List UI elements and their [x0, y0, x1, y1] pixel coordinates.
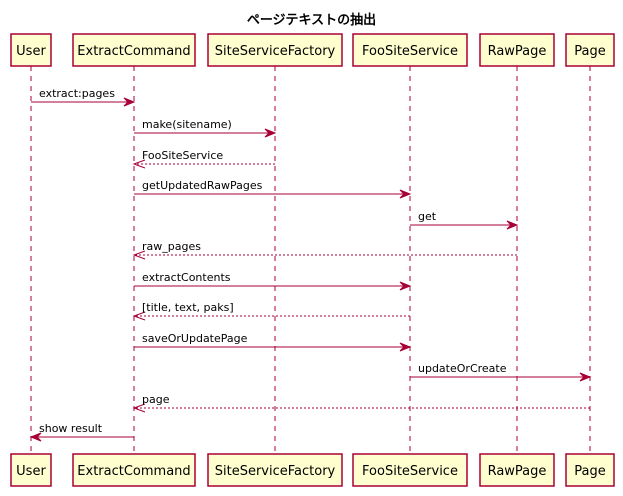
participant-foo-bottom: FooSiteService — [352, 453, 468, 487]
participant-foo-top: FooSiteService — [352, 33, 468, 67]
participant-label: Page — [574, 464, 605, 479]
message-11: page — [132, 393, 590, 413]
message-label: extract:pages — [39, 87, 115, 100]
participants-top: User ExtractCommand SiteServiceFactory FooS… — [10, 33, 615, 67]
participant-raw-top: RawPage — [479, 33, 555, 67]
participant-factory-bottom: SiteServiceFactory — [207, 453, 343, 487]
diagram-title: ページテキストの抽出 — [247, 12, 376, 28]
message-label: updateOrCreate — [418, 362, 507, 375]
participant-label: ExtractCommand — [77, 44, 190, 59]
message-1: extract:pages — [31, 87, 136, 107]
participant-label: User — [16, 464, 46, 479]
messages: extract:pages make(sitename) FooSiteServic… — [29, 87, 592, 442]
message-label: get — [418, 210, 437, 223]
message-3: FooSiteService — [132, 149, 275, 169]
participant-label: RawPage — [488, 464, 547, 479]
participant-extract-bottom: ExtractCommand — [72, 453, 196, 487]
sequence-diagram: ページテキストの抽出 User ExtractCommand SiteService… — [10, 12, 615, 487]
participant-label: Page — [574, 44, 605, 59]
participant-page-top: Page — [565, 33, 615, 67]
message-9: saveOrUpdatePage — [134, 332, 412, 352]
participant-page-bottom: Page — [565, 453, 615, 487]
participant-extract-top: ExtractCommand — [72, 33, 196, 67]
message-label: FooSiteService — [142, 149, 223, 162]
participant-user-top: User — [10, 33, 52, 67]
message-label: [title, text, paks] — [142, 301, 234, 314]
message-label: show result — [39, 422, 103, 435]
participant-user-bottom: User — [10, 453, 52, 487]
message-4: getUpdatedRawPages — [134, 179, 412, 199]
message-label: getUpdatedRawPages — [142, 179, 263, 192]
participant-factory-top: SiteServiceFactory — [207, 33, 343, 67]
message-8: [title, text, paks] — [132, 301, 410, 321]
participant-raw-bottom: RawPage — [479, 453, 555, 487]
participant-label: SiteServiceFactory — [215, 44, 336, 59]
participant-label: FooSiteService — [362, 44, 458, 59]
message-5: get — [410, 210, 519, 230]
lifelines — [30, 66, 591, 454]
message-6: raw_pages — [132, 240, 517, 260]
participant-label: FooSiteService — [362, 464, 458, 479]
message-label: extractContents — [142, 271, 231, 284]
message-12: show result — [29, 422, 134, 442]
message-label: page — [142, 393, 170, 406]
message-label: raw_pages — [142, 240, 201, 253]
message-7: extractContents — [134, 271, 412, 291]
participant-label: RawPage — [488, 44, 547, 59]
participant-label: SiteServiceFactory — [215, 464, 336, 479]
participant-label: ExtractCommand — [77, 464, 190, 479]
message-10: updateOrCreate — [410, 362, 592, 382]
message-2: make(sitename) — [134, 118, 277, 138]
participant-label: User — [16, 44, 46, 59]
message-label: make(sitename) — [142, 118, 232, 131]
message-label: saveOrUpdatePage — [142, 332, 248, 345]
participants-bottom: User ExtractCommand SiteServiceFactory FooS… — [10, 453, 615, 487]
